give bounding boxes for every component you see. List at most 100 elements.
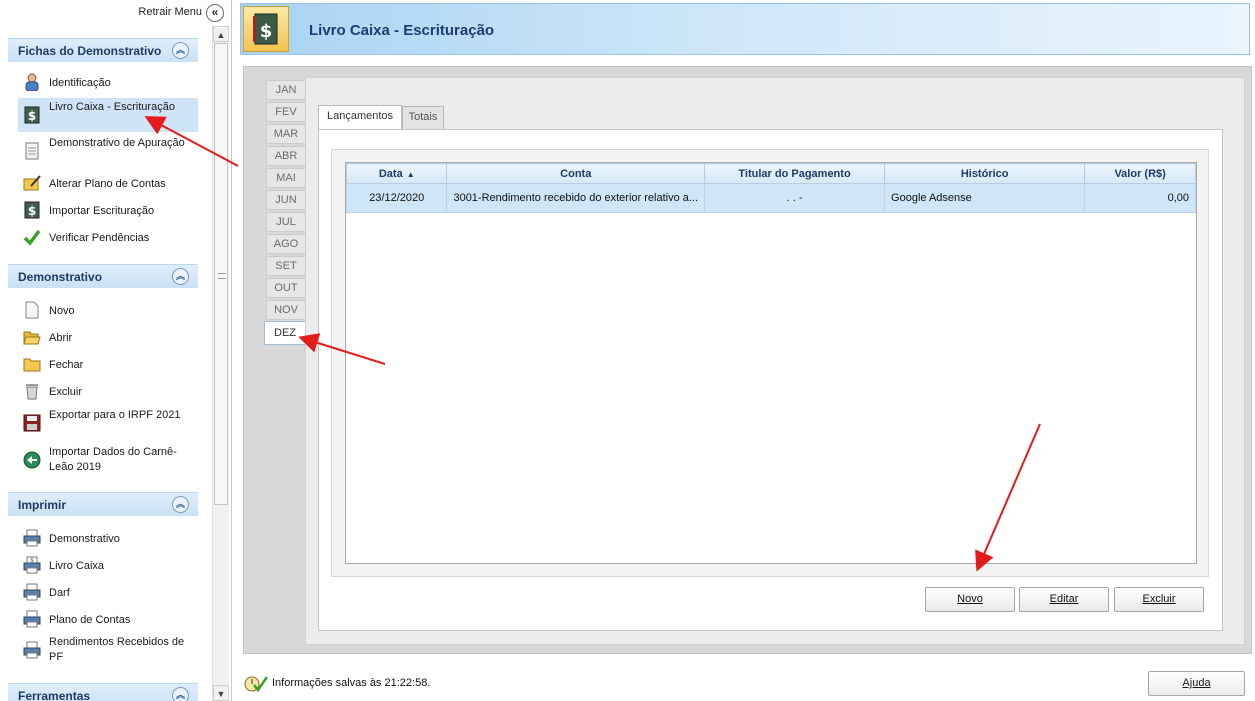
printer-icon xyxy=(23,641,41,659)
cashbook-import-icon: $ xyxy=(24,201,40,219)
section-header-demonstrativo[interactable]: Demonstrativo ︽ xyxy=(8,264,198,288)
folder-edit-icon xyxy=(23,175,41,191)
retrair-menu[interactable]: Retrair Menu « xyxy=(0,0,232,26)
column-header-historico[interactable]: Histórico xyxy=(884,163,1086,184)
section-header-imprimir[interactable]: Imprimir ︽ xyxy=(8,492,198,516)
sidebar-item-label: Identificação xyxy=(49,77,111,89)
scrollbar-thumb[interactable] xyxy=(214,43,228,505)
month-tab-mar[interactable]: MAR xyxy=(266,124,306,144)
section-title: Demonstrativo xyxy=(18,270,103,284)
sidebar-item-label: Importar Escrituração xyxy=(49,205,155,217)
tab-totais[interactable]: Totais xyxy=(402,106,444,129)
sidebar-item-label: Demonstrativo de Apuração xyxy=(49,137,185,149)
section-title: Imprimir xyxy=(18,498,67,512)
sidebar-item-demonstrativo-apuracao[interactable]: Demonstrativo de Apuração xyxy=(18,134,198,168)
cashbook-icon: $ xyxy=(24,106,40,124)
collapse-section-icon[interactable]: ︽ xyxy=(172,42,189,59)
month-tab-mai[interactable]: MAI xyxy=(266,168,306,188)
sidebar-item-print-livro-caixa[interactable]: $ Livro Caixa xyxy=(18,552,198,579)
status-text: Informações salvas às 21:22:58. xyxy=(272,677,431,689)
grip-icon xyxy=(218,273,226,279)
collapse-section-icon[interactable]: ︽ xyxy=(172,268,189,285)
scroll-down-icon[interactable]: ▼ xyxy=(213,685,229,701)
month-tab-dez[interactable]: DEZ xyxy=(264,321,306,345)
person-icon xyxy=(25,73,39,91)
editar-button[interactable]: Editar xyxy=(1019,587,1109,612)
sidebar-item-livro-caixa[interactable]: $ Livro Caixa - Escrituração xyxy=(18,98,198,132)
sidebar-item-label: Importar Dados do Carnê-Leão 2019 xyxy=(49,446,177,473)
cell-historico[interactable]: Google Adsense xyxy=(884,183,1086,213)
trash-icon xyxy=(26,384,38,400)
sort-ascending-icon: ▲ xyxy=(406,169,415,179)
entries-panel: Lançamentos Totais Data ▲ Conta Titular d… xyxy=(305,77,1245,645)
sidebar-item-novo[interactable]: Novo xyxy=(18,297,198,324)
sidebar-item-importar-carne-leao[interactable]: Importar Dados do Carnê-Leão 2019 xyxy=(18,443,198,477)
collapse-section-icon[interactable]: ︽ xyxy=(172,496,189,513)
table-row[interactable]: 23/12/2020 3001-Rendimento recebido do e… xyxy=(345,183,1196,213)
section-title: Ferramentas xyxy=(18,689,91,701)
column-header-titular[interactable]: Titular do Pagamento xyxy=(704,163,886,184)
ajuda-button[interactable]: Ajuda xyxy=(1148,671,1245,696)
sidebar-item-print-darf[interactable]: Darf xyxy=(18,579,198,606)
novo-button[interactable]: Novo xyxy=(925,587,1015,612)
sidebar-item-print-rendimentos-pf[interactable]: Rendimentos Recebidos de PF xyxy=(18,633,198,667)
import-globe-icon xyxy=(23,451,41,469)
collapse-menu-icon[interactable]: « xyxy=(206,4,224,22)
sidebar-item-label: Plano de Contas xyxy=(49,614,131,626)
main-area: $ Livro Caixa - Escrituração JAN FEV MAR AB… xyxy=(236,0,1255,701)
column-header-conta[interactable]: Conta xyxy=(446,163,706,184)
sidebar-item-exportar-irpf[interactable]: Exportar para o IRPF 2021 xyxy=(18,406,198,440)
cell-valor[interactable]: 0,00 xyxy=(1084,183,1196,213)
sidebar-item-alterar-plano[interactable]: Alterar Plano de Contas xyxy=(18,170,198,197)
month-tab-jul[interactable]: JUL xyxy=(266,212,306,232)
collapse-section-icon[interactable]: ︽ xyxy=(172,687,189,701)
sidebar-item-label: Rendimentos Recebidos de PF xyxy=(49,636,185,663)
save-disk-icon xyxy=(23,414,41,432)
column-header-data[interactable]: Data ▲ xyxy=(345,163,448,184)
sidebar-item-identificacao[interactable]: Identificação xyxy=(18,69,198,96)
month-tab-abr[interactable]: ABR xyxy=(266,146,306,166)
month-tab-jan[interactable]: JAN xyxy=(266,80,306,100)
sidebar-item-label: Fechar xyxy=(49,359,84,371)
section-ferramentas: Ferramentas ︽ xyxy=(8,683,198,701)
cell-titular[interactable]: . . - xyxy=(704,183,886,213)
sidebar-item-label: Novo xyxy=(49,305,75,317)
section-header-ferramentas[interactable]: Ferramentas ︽ xyxy=(8,683,198,701)
column-header-valor[interactable]: Valor (R$) xyxy=(1084,163,1196,184)
cell-conta[interactable]: 3001-Rendimento recebido do exterior rel… xyxy=(446,183,706,213)
section-header-fichas[interactable]: Fichas do Demonstrativo ︽ xyxy=(8,38,198,62)
printer-cashbook-icon: $ xyxy=(23,556,41,574)
sidebar-item-label: Livro Caixa xyxy=(49,560,105,572)
month-tab-set[interactable]: SET xyxy=(266,256,306,276)
document-icon xyxy=(25,142,39,160)
table-header-row: Data ▲ Conta Titular do Pagamento Históri… xyxy=(345,163,1196,184)
scroll-up-icon[interactable]: ▲ xyxy=(213,26,229,42)
saved-check-icon xyxy=(244,676,268,693)
section-fichas: Fichas do Demonstrativo ︽ Identificação … xyxy=(8,38,198,246)
sidebar-item-label: Livro Caixa - Escrituração xyxy=(49,101,175,113)
excluir-button[interactable]: Excluir xyxy=(1114,587,1204,612)
sidebar-item-excluir[interactable]: Excluir xyxy=(18,378,198,405)
month-tab-ago[interactable]: AGO xyxy=(266,234,306,254)
page-header: $ Livro Caixa - Escrituração xyxy=(240,3,1250,55)
sidebar-item-fechar[interactable]: Fechar xyxy=(18,351,198,378)
grid-container: Data ▲ Conta Titular do Pagamento Históri… xyxy=(331,149,1209,577)
open-folder-icon xyxy=(23,331,41,345)
sidebar-scrollbar[interactable]: ▲ ▼ xyxy=(212,26,229,701)
sidebar-item-print-plano-contas[interactable]: Plano de Contas xyxy=(18,606,198,633)
section-imprimir: Imprimir ︽ Demonstrativo $ Livro Caixa D… xyxy=(8,492,198,663)
sidebar-item-importar-escrituracao[interactable]: $ Importar Escrituração xyxy=(18,197,198,224)
month-tab-nov[interactable]: NOV xyxy=(266,300,306,320)
sidebar-item-label: Alterar Plano de Contas xyxy=(49,178,166,190)
cell-data[interactable]: 23/12/2020 xyxy=(345,183,448,213)
month-tab-fev[interactable]: FEV xyxy=(266,102,306,122)
sidebar-item-abrir[interactable]: Abrir xyxy=(18,324,198,351)
month-tab-out[interactable]: OUT xyxy=(266,278,306,298)
sidebar-item-print-demonstrativo[interactable]: Demonstrativo xyxy=(18,525,198,552)
column-header-label: Data xyxy=(378,167,403,180)
cashbook-logo-icon: $ xyxy=(243,6,289,52)
tab-lancamentos[interactable]: Lançamentos xyxy=(318,105,402,130)
month-tab-jun[interactable]: JUN xyxy=(266,190,306,210)
sidebar-item-verificar-pendencias[interactable]: Verificar Pendências xyxy=(18,224,198,251)
svg-text:$: $ xyxy=(28,204,36,218)
